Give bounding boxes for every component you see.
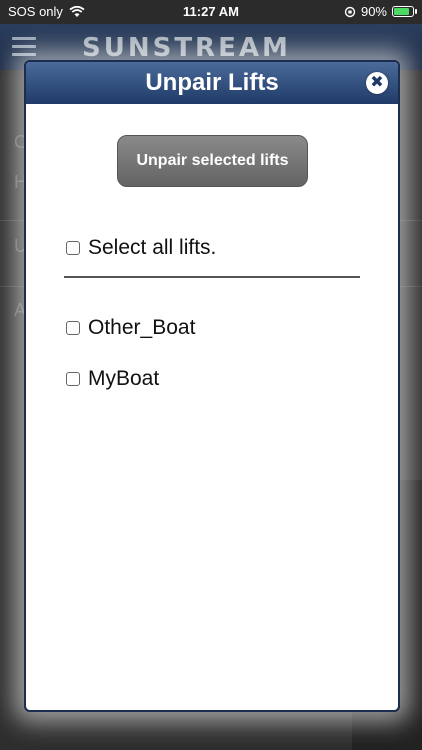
select-all-row[interactable]: Select all lifts. [66, 236, 216, 260]
status-bar: SOS only 11:27 AM 90% [0, 0, 422, 24]
unpair-lifts-dialog: Unpair Lifts ✖ Unpair selected lifts Sel… [24, 60, 400, 712]
close-icon: ✖ [370, 74, 384, 91]
battery-percent: 90% [360, 4, 387, 19]
select-all-checkbox[interactable] [66, 241, 80, 255]
unpair-selected-button[interactable]: Unpair selected lifts [117, 135, 308, 187]
brand-logo: SUNSTREAM [82, 33, 291, 63]
divider [64, 276, 360, 278]
lift-checkbox[interactable] [66, 321, 80, 335]
dialog-title: Unpair Lifts [145, 69, 279, 96]
lift-item[interactable]: Other_Boat [66, 316, 195, 340]
battery-fill [394, 8, 409, 15]
close-button[interactable]: ✖ [366, 72, 388, 94]
orientation-lock-icon [344, 6, 356, 17]
lift-item[interactable]: MyBoat [66, 367, 159, 391]
dialog-header: Unpair Lifts ✖ [26, 62, 398, 104]
select-all-label: Select all lifts. [88, 236, 217, 259]
lift-name: Other_Boat [88, 316, 196, 339]
hamburger-icon[interactable] [12, 37, 36, 57]
lift-name: MyBoat [88, 367, 160, 390]
battery-icon [392, 6, 417, 17]
lift-checkbox[interactable] [66, 372, 80, 386]
